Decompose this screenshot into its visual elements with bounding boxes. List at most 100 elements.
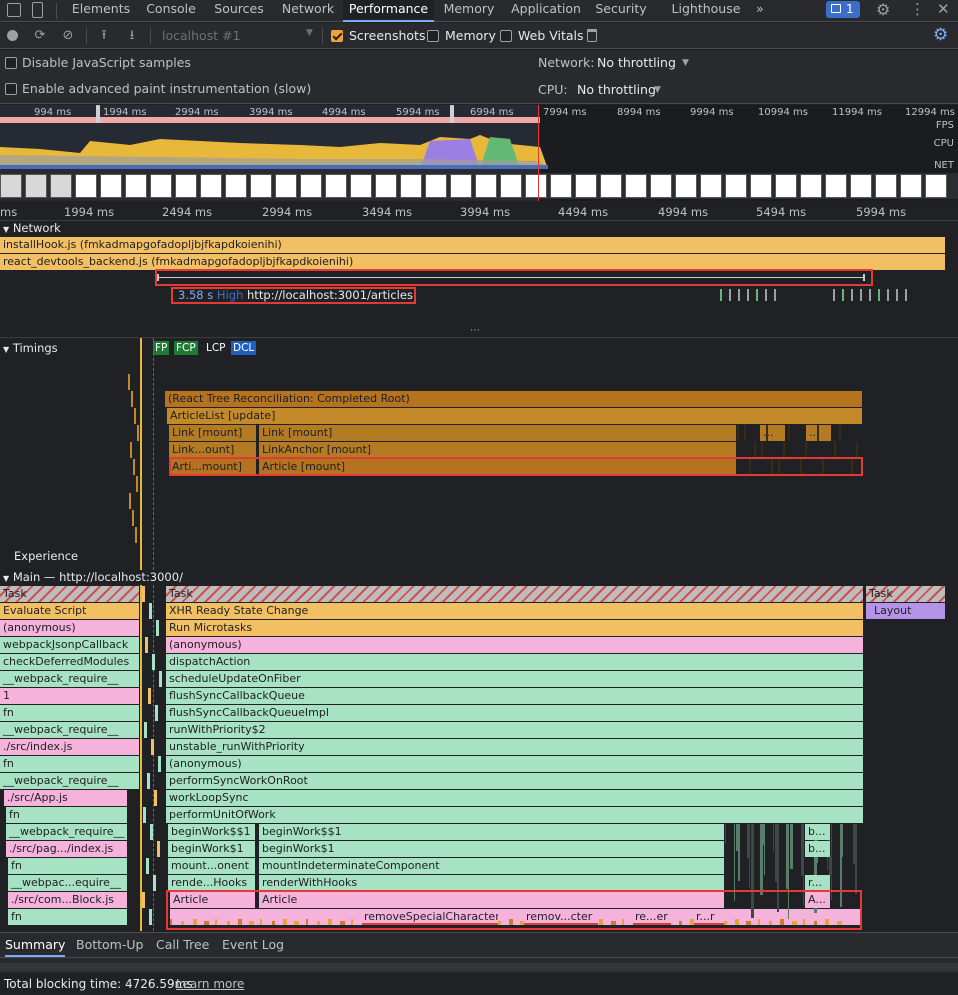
- tab-elements[interactable]: Elements: [66, 0, 136, 22]
- issues-badge[interactable]: 1: [826, 1, 860, 18]
- screenshot-thumbnail[interactable]: [50, 174, 72, 198]
- tab-network[interactable]: Network: [276, 0, 340, 22]
- tab-performance[interactable]: Performance: [343, 0, 434, 22]
- screenshot-thumbnail[interactable]: [175, 174, 197, 198]
- screenshot-thumbnail[interactable]: [350, 174, 372, 198]
- screenshot-thumbnail[interactable]: [250, 174, 272, 198]
- reload-record-icon[interactable]: ⟳: [32, 28, 48, 44]
- gear-icon[interactable]: ⚙: [876, 0, 890, 19]
- tab-memory[interactable]: Memory: [440, 0, 498, 22]
- scroll-track[interactable]: [0, 963, 958, 971]
- screenshot-thumbnail[interactable]: [425, 174, 447, 198]
- flame-entry[interactable]: unstable_runWithPriority: [166, 739, 864, 755]
- flame-entry[interactable]: renderWithHooks: [259, 875, 725, 891]
- left-handle[interactable]: [96, 105, 100, 123]
- memory-checkbox[interactable]: [427, 30, 439, 42]
- device-toolbar-icon[interactable]: [32, 2, 43, 18]
- timings-section-toggle[interactable]: ▼ Timings: [3, 341, 58, 355]
- network-throttle-select[interactable]: No throttling: [597, 55, 676, 70]
- screenshot-thumbnail[interactable]: [400, 174, 422, 198]
- capture-settings-icon[interactable]: ⚙: [933, 25, 948, 45]
- cpu-throttle-select[interactable]: No throttling: [577, 82, 656, 97]
- more-tabs-icon[interactable]: »: [750, 0, 770, 22]
- tab-application[interactable]: Application: [506, 0, 586, 22]
- flame-entry[interactable]: rende...Hooks: [168, 875, 256, 891]
- inspect-element-icon[interactable]: [7, 3, 21, 17]
- flame-entry[interactable]: beginWork$$1: [259, 824, 725, 840]
- lcp-marker[interactable]: LCP: [204, 341, 228, 355]
- screenshot-thumbnail[interactable]: [225, 174, 247, 198]
- timing-bar[interactable]: Link...ount]: [169, 442, 257, 458]
- timeline-overview[interactable]: 994 ms 1994 ms 2994 ms 3994 ms 4994 ms 5…: [0, 105, 958, 201]
- flame-entry[interactable]: dispatchAction: [166, 654, 864, 670]
- screenshot-thumbnail[interactable]: [525, 174, 547, 198]
- screenshot-thumbnail[interactable]: [325, 174, 347, 198]
- flame-entry[interactable]: mount...onent: [168, 858, 256, 874]
- screenshot-thumbnail[interactable]: [900, 174, 922, 198]
- record-icon[interactable]: [7, 30, 18, 41]
- web-vitals-checkbox[interactable]: [500, 30, 512, 42]
- flame-entry[interactable]: beginWork$$1: [168, 824, 256, 840]
- screenshot-thumbnail[interactable]: [800, 174, 822, 198]
- tab-console[interactable]: Console: [140, 0, 202, 22]
- kebab-menu-icon[interactable]: ⋮: [910, 0, 925, 18]
- chevron-down-icon[interactable]: ▼: [682, 58, 689, 68]
- screenshot-thumbnail[interactable]: [775, 174, 797, 198]
- flame-entry[interactable]: webpackJsonpCallback: [0, 637, 140, 653]
- main-section-toggle[interactable]: ▼ Main — http://localhost:3000/: [3, 570, 183, 584]
- flame-entry[interactable]: Task: [166, 586, 864, 602]
- flame-entry[interactable]: flushSyncCallbackQueueImpl: [166, 705, 864, 721]
- flame-entry[interactable]: workLoopSync: [166, 790, 864, 806]
- fp-marker[interactable]: FP: [153, 341, 170, 355]
- screenshot-thumbnail[interactable]: [725, 174, 747, 198]
- screenshot-thumbnail[interactable]: [575, 174, 597, 198]
- flame-entry[interactable]: __webpack_require__: [0, 773, 140, 789]
- screenshots-checkbox[interactable]: [331, 30, 343, 42]
- flame-entry[interactable]: ./src/com...Block.js: [8, 892, 128, 908]
- fcp-marker[interactable]: FCP: [174, 341, 198, 355]
- timing-bar[interactable]: Link [mount]: [169, 425, 257, 441]
- flame-entry[interactable]: fn: [8, 858, 128, 874]
- flame-entry[interactable]: performUnitOfWork: [166, 807, 864, 823]
- screenshot-thumbnail[interactable]: [675, 174, 697, 198]
- screenshot-thumbnail[interactable]: [875, 174, 897, 198]
- flame-entry[interactable]: beginWork$1: [259, 841, 725, 857]
- flame-entry[interactable]: fn: [0, 756, 140, 772]
- flame-entry[interactable]: scheduleUpdateOnFiber: [166, 671, 864, 687]
- chevron-down-icon[interactable]: ▼: [306, 28, 313, 38]
- timing-bar[interactable]: Link [mount]: [259, 425, 737, 441]
- screenshot-thumbnail[interactable]: [450, 174, 472, 198]
- flame-entry[interactable]: 1: [0, 688, 140, 704]
- tab-sources[interactable]: Sources: [208, 0, 270, 22]
- screenshot-thumbnail[interactable]: [550, 174, 572, 198]
- flame-entry[interactable]: __webpac...equire__: [8, 875, 128, 891]
- disable-js-samples-checkbox[interactable]: [5, 57, 17, 69]
- enable-paint-checkbox[interactable]: [5, 83, 17, 95]
- flame-entry[interactable]: ./src/App.js: [4, 790, 128, 806]
- flame-entry[interactable]: Task: [0, 586, 140, 602]
- flame-entry[interactable]: (anonymous): [0, 620, 140, 636]
- flame-entry[interactable]: checkDeferredModules: [0, 654, 140, 670]
- flame-entry[interactable]: flushSyncCallbackQueue: [166, 688, 864, 704]
- screenshot-thumbnail[interactable]: [750, 174, 772, 198]
- flame-entry[interactable]: mountIndeterminateComponent: [259, 858, 725, 874]
- screenshot-thumbnail[interactable]: [25, 174, 47, 198]
- flame-entry[interactable]: b...: [805, 824, 831, 840]
- tab-security[interactable]: Security: [592, 0, 650, 22]
- flame-entry[interactable]: r...: [805, 875, 831, 891]
- screenshot-thumbnail[interactable]: [150, 174, 172, 198]
- profile-select[interactable]: localhost #1: [162, 28, 241, 43]
- flame-entry[interactable]: b...: [805, 841, 831, 857]
- flame-entry[interactable]: XHR Ready State Change: [166, 603, 864, 619]
- timing-bar[interactable]: (React Tree Reconciliation: Completed Ro…: [165, 391, 863, 407]
- flame-entry[interactable]: Task: [866, 586, 946, 602]
- close-icon[interactable]: ✕: [937, 0, 950, 18]
- resize-handle[interactable]: ⋯: [470, 325, 480, 336]
- flame-entry[interactable]: __webpack_require__: [6, 824, 128, 840]
- screenshot-thumbnail[interactable]: [700, 174, 722, 198]
- timing-bar[interactable]: ArticleList [update]: [167, 408, 863, 424]
- screenshot-thumbnail[interactable]: [300, 174, 322, 198]
- flame-entry[interactable]: (anonymous): [166, 756, 864, 772]
- garbage-collect-icon[interactable]: [587, 29, 597, 42]
- network-request[interactable]: react_devtools_backend.js (fmkadmapgofad…: [0, 254, 946, 270]
